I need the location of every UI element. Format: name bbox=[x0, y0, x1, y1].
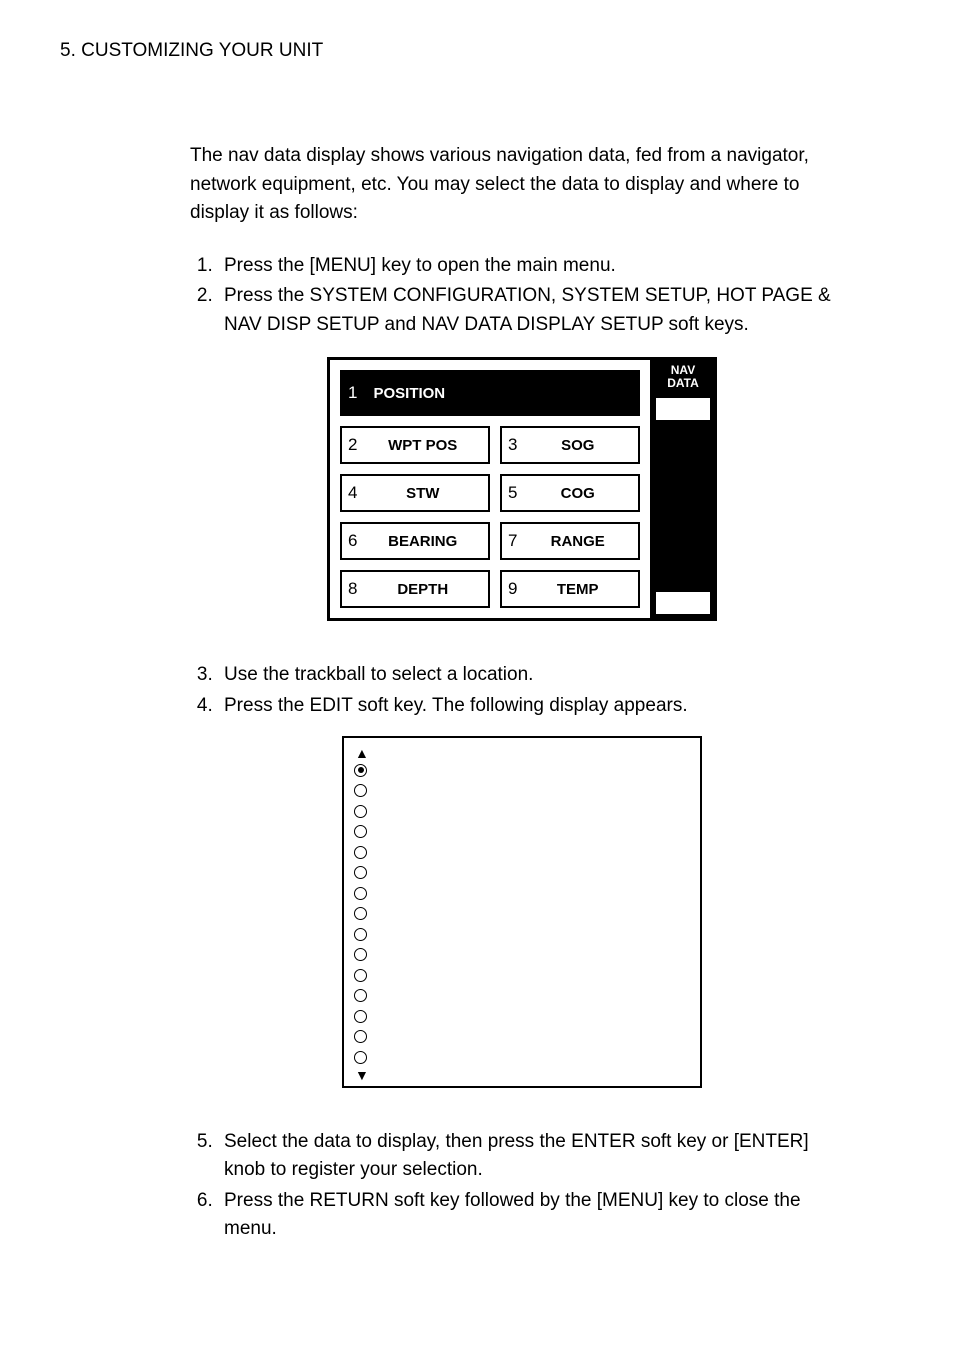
radio-icon bbox=[354, 764, 367, 777]
cell-label: RANGE bbox=[523, 533, 632, 550]
cell-number: 2 bbox=[348, 435, 357, 455]
panel-soft-keys: NAVDATA bbox=[652, 360, 714, 618]
radio-icon bbox=[354, 948, 367, 961]
cell-label: BEARING bbox=[363, 533, 482, 550]
cell-2-wpt-pos[interactable]: 2 WPT POS bbox=[340, 426, 490, 464]
step-item: Press the SYSTEM CONFIGURATION, SYSTEM S… bbox=[218, 282, 854, 339]
option-row[interactable] bbox=[354, 801, 690, 822]
cell-label: POSITION bbox=[373, 385, 445, 402]
cell-7-range[interactable]: 7 RANGE bbox=[500, 522, 640, 560]
cell-label: STW bbox=[363, 485, 482, 502]
cell-label: TEMP bbox=[523, 581, 632, 598]
cell-label: COG bbox=[523, 485, 632, 502]
cell-6-bearing[interactable]: 6 BEARING bbox=[340, 522, 490, 560]
option-row[interactable] bbox=[354, 822, 690, 843]
page-header: 5. CUSTOMIZING YOUR UNIT bbox=[60, 40, 894, 62]
option-row[interactable] bbox=[354, 1047, 690, 1068]
radio-icon bbox=[354, 887, 367, 900]
step-item: Press the [MENU] key to open the main me… bbox=[218, 252, 854, 281]
step-item: Use the trackball to select a location. bbox=[218, 661, 854, 690]
panel-cells-area: 1 POSITION 2 WPT POS 3 SOG 4 bbox=[330, 360, 652, 618]
step-item: Press the RETURN soft key followed by th… bbox=[218, 1187, 854, 1244]
scroll-down-arrow-icon[interactable]: ▼ bbox=[355, 1068, 690, 1082]
option-row[interactable] bbox=[354, 1006, 690, 1027]
cell-9-temp[interactable]: 9 TEMP bbox=[500, 570, 640, 608]
option-row[interactable] bbox=[354, 781, 690, 802]
cell-1-position[interactable]: 1 POSITION bbox=[340, 370, 640, 416]
cell-5-cog[interactable]: 5 COG bbox=[500, 474, 640, 512]
softkey-top[interactable] bbox=[656, 398, 710, 420]
steps-list-3: Select the data to display, then press t… bbox=[190, 1128, 854, 1244]
radio-icon bbox=[354, 969, 367, 982]
radio-icon bbox=[354, 825, 367, 838]
radio-icon bbox=[354, 866, 367, 879]
cell-number: 8 bbox=[348, 579, 357, 599]
cell-number: 5 bbox=[508, 483, 517, 503]
option-row[interactable] bbox=[354, 863, 690, 884]
option-row[interactable] bbox=[354, 904, 690, 925]
cell-label: SOG bbox=[523, 437, 632, 454]
cell-number: 3 bbox=[508, 435, 517, 455]
cell-number: 7 bbox=[508, 531, 517, 551]
cell-3-sog[interactable]: 3 SOG bbox=[500, 426, 640, 464]
cell-label: DEPTH bbox=[363, 581, 482, 598]
main-content: The nav data display shows various navig… bbox=[190, 142, 854, 1244]
radio-icon bbox=[354, 1010, 367, 1023]
steps-list-2: Use the trackball to select a location. … bbox=[190, 661, 854, 720]
option-row[interactable] bbox=[354, 924, 690, 945]
option-row[interactable] bbox=[354, 883, 690, 904]
cell-number: 9 bbox=[508, 579, 517, 599]
nav-data-softkey-label: NAVDATA bbox=[656, 364, 710, 390]
intro-text: The nav data display shows various navig… bbox=[190, 142, 854, 228]
cell-label: WPT POS bbox=[363, 437, 482, 454]
cell-number: 6 bbox=[348, 531, 357, 551]
option-row[interactable] bbox=[354, 965, 690, 986]
option-row[interactable] bbox=[354, 945, 690, 966]
radio-icon bbox=[354, 989, 367, 1002]
radio-icon bbox=[354, 907, 367, 920]
cell-4-stw[interactable]: 4 STW bbox=[340, 474, 490, 512]
radio-icon bbox=[354, 1030, 367, 1043]
option-row[interactable] bbox=[354, 842, 690, 863]
option-row[interactable] bbox=[354, 986, 690, 1007]
data-options-box: ▲ ▼ bbox=[342, 736, 702, 1088]
step-item: Select the data to display, then press t… bbox=[218, 1128, 854, 1185]
softkey-bottom[interactable] bbox=[656, 592, 710, 614]
scroll-up-arrow-icon[interactable]: ▲ bbox=[355, 746, 690, 760]
radio-icon bbox=[354, 1051, 367, 1064]
nav-data-setup-panel: 1 POSITION 2 WPT POS 3 SOG 4 bbox=[327, 357, 717, 621]
radio-icon bbox=[354, 928, 367, 941]
cell-number: 4 bbox=[348, 483, 357, 503]
option-row[interactable] bbox=[354, 760, 690, 781]
step-item: Press the EDIT soft key. The following d… bbox=[218, 692, 854, 721]
option-row[interactable] bbox=[354, 1027, 690, 1048]
cell-8-depth[interactable]: 8 DEPTH bbox=[340, 570, 490, 608]
steps-list-1: Press the [MENU] key to open the main me… bbox=[190, 252, 854, 340]
radio-icon bbox=[354, 805, 367, 818]
cell-number: 1 bbox=[348, 383, 357, 403]
radio-icon bbox=[354, 846, 367, 859]
radio-icon bbox=[354, 784, 367, 797]
